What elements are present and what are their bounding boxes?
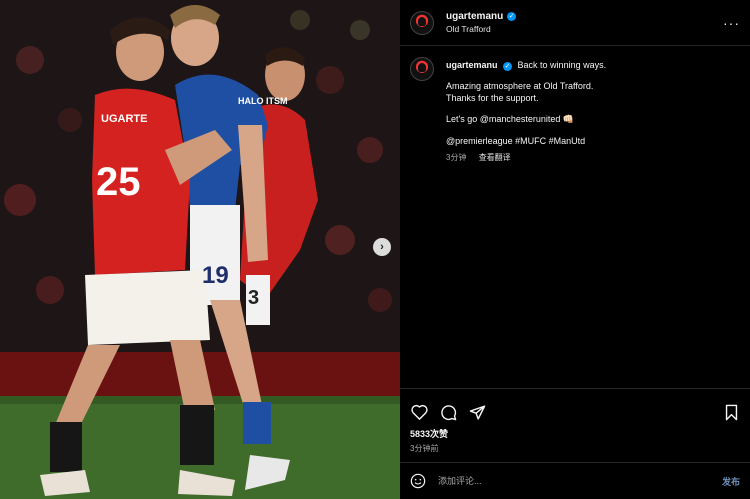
verified-badge-icon: ✓ [507,12,517,21]
emoji-icon[interactable] [410,473,426,489]
share-icon[interactable] [468,403,486,421]
caption-line-3: Thanks for the support. [446,93,539,104]
actions-area: 5833次赞 3分钟前 [400,388,750,454]
caption-line-2: Amazing atmosphere at Old Trafford. [446,81,594,92]
action-row [400,389,750,425]
sponsor-text: HALO ITSM [238,96,288,106]
more-options-icon[interactable]: ··· [723,15,740,31]
post-photo[interactable]: UGARTE 25 HALO ITSM 19 3 › [0,0,400,499]
comment-icon[interactable] [439,403,457,421]
caption-line-5: @premierleague #MUFC #ManUtd [446,135,586,146]
comment-box: 发布 [400,462,750,499]
caption-time: 3分钟 [446,152,467,162]
post-panel: ugartemanu ✓ Old Trafford ··· ugartemanu… [400,0,750,499]
jersey-name: UGARTE [101,113,147,125]
post-comment-button[interactable]: 发布 [722,475,740,488]
caption-meta: 3分钟 查看翻译 [446,153,606,164]
see-translation-link[interactable]: 查看翻译 [479,153,511,162]
post-timestamp: 3分钟前 [410,444,439,453]
avatar[interactable] [410,10,434,35]
caption-verified-badge-icon: ✓ [503,62,513,71]
post-header: ugartemanu ✓ Old Trafford ··· [400,0,750,46]
caption-line-1: Back to winning ways. [517,60,607,70]
header-username[interactable]: ugartemanu [446,11,503,22]
photo-illustration: UGARTE 25 HALO ITSM 19 3 [0,0,400,499]
likes-count[interactable]: 5833次赞 [400,425,750,440]
comment-input[interactable] [438,476,722,486]
sleeve-number: 3 [248,287,259,309]
heart-icon[interactable] [410,403,428,421]
caption: ugartemanu ✓ Back to winning ways. Amazi… [400,46,750,164]
caption-line-4: Let's go @manchesterunited 👊🏻 [446,114,575,125]
location-link[interactable]: Old Trafford [446,24,516,34]
bookmark-icon[interactable] [722,403,740,421]
caption-avatar[interactable] [410,57,434,81]
opponent-number: 19 [202,262,229,289]
chevron-right-icon: › [380,241,384,253]
jersey-number: 25 [96,160,141,204]
carousel-next-button[interactable]: › [373,238,391,256]
caption-username[interactable]: ugartemanu [446,60,498,70]
